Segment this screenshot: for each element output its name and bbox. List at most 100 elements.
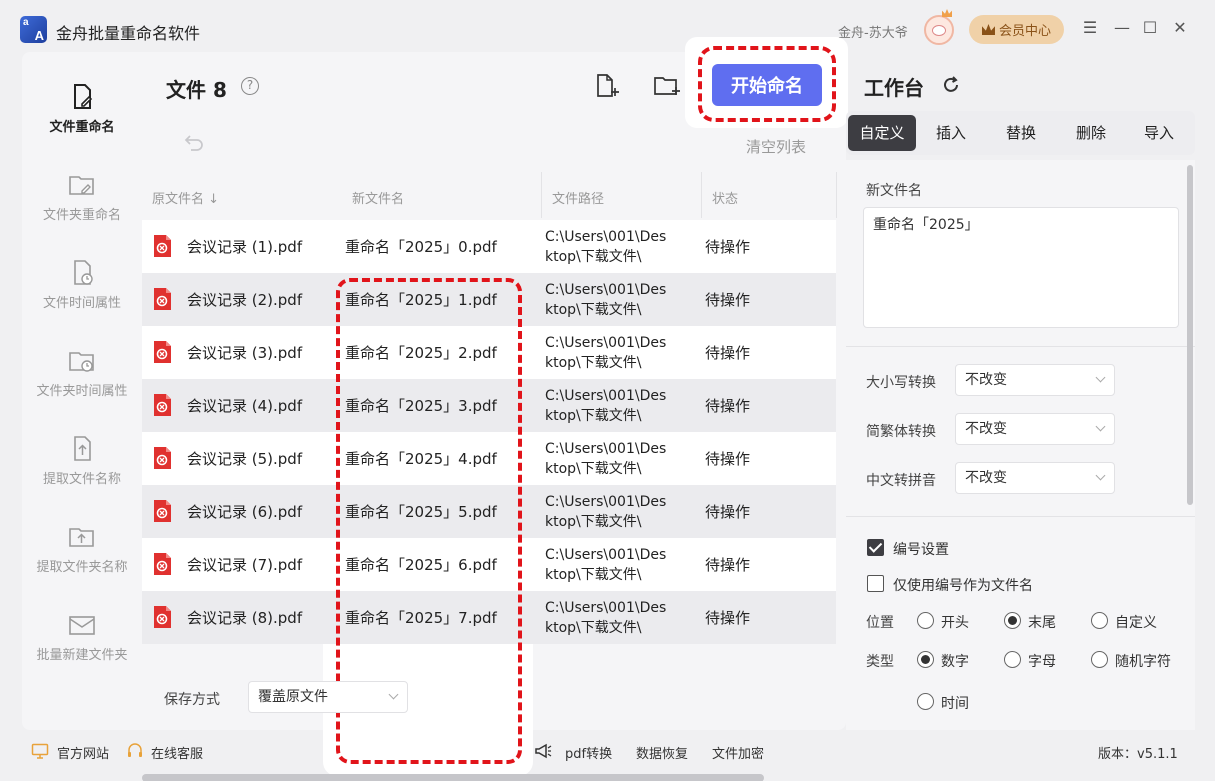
folder-upload-icon — [69, 528, 94, 547]
refresh-icon[interactable] — [942, 76, 960, 94]
sidebar-item-label: 批量新建文件夹 — [36, 648, 128, 663]
mail-folder-icon — [69, 616, 95, 635]
sidebar-item-file-rename[interactable]: 文件重命名 — [22, 82, 142, 135]
pdf-file-icon — [154, 606, 171, 628]
sidebar-nav: 文件重命名 文件夹重命名 文件时间属性 文件夹时间属性 提取文件名称 提取文件夹… — [22, 52, 142, 730]
workspace-title: 工作台 — [864, 76, 924, 100]
status-cell: 待操作 — [705, 291, 751, 309]
type-letter-label: 字母 — [1028, 654, 1056, 670]
type-letter-radio[interactable] — [1004, 651, 1021, 668]
megaphone-icon — [535, 743, 552, 759]
website-link[interactable]: 官方网站 — [57, 743, 109, 762]
sidebar-item-folder-rename[interactable]: 文件夹重命名 — [22, 170, 142, 223]
path-cell: C:\Users\001\Des ktop\下载文件\ — [545, 229, 667, 265]
sidebar-item-label: 提取文件夹名称 — [36, 560, 128, 575]
monitor-icon — [31, 743, 49, 759]
position-end-radio[interactable] — [1004, 612, 1021, 629]
pinyin-convert-select[interactable]: 不改变 — [955, 462, 1115, 494]
pdf-file-icon — [154, 394, 171, 416]
help-icon[interactable]: ? — [241, 77, 259, 95]
add-file-icon[interactable] — [592, 72, 620, 100]
only-number-label: 仅使用编号作为文件名 — [893, 578, 1033, 594]
sidebar-item-folder-time[interactable]: 文件夹时间属性 — [22, 346, 142, 399]
undo-icon[interactable] — [182, 134, 206, 154]
save-mode-label: 保存方式 — [164, 692, 220, 708]
file-encrypt-link[interactable]: 文件加密 — [712, 743, 764, 762]
column-header-path[interactable]: 文件路径 — [552, 188, 604, 207]
page-title: 文件 8 — [166, 78, 227, 102]
status-cell: 待操作 — [705, 556, 751, 574]
title-bar: aA 金舟批量重命名软件 金舟-苏大爷 会员中心 ☰ — ☐ ✕ — [0, 0, 1215, 52]
file-table: 原文件名 ↓ 新文件名 文件路径 状态 会议记录 (1).pdf 重命名「2025… — [142, 170, 846, 781]
tab-insert[interactable]: 插入 — [916, 115, 986, 151]
pdf-file-icon — [154, 341, 171, 363]
add-folder-icon[interactable] — [653, 72, 681, 100]
status-cell: 待操作 — [705, 344, 751, 362]
original-name-cell: 会议记录 (6).pdf — [187, 503, 303, 521]
new-name-label: 新文件名 — [866, 183, 922, 199]
original-name-cell: 会议记录 (2).pdf — [187, 291, 303, 309]
type-label: 类型 — [866, 654, 894, 670]
position-start-radio[interactable] — [917, 612, 934, 629]
save-mode-select[interactable]: 覆盖原文件 — [248, 681, 408, 713]
sidebar-item-label: 提取文件名称 — [42, 472, 121, 487]
pdf-convert-link[interactable]: pdf转换 — [565, 743, 612, 762]
sidebar-item-file-time[interactable]: 文件时间属性 — [22, 258, 142, 311]
table-row[interactable]: 会议记录 (1).pdf 重命名「2025」0.pdf C:\Users\001\D… — [142, 220, 836, 273]
path-cell: C:\Users\001\Des ktop\下载文件\ — [545, 282, 667, 318]
user-name[interactable]: 金舟-苏大爷 — [838, 22, 908, 41]
status-cell: 待操作 — [705, 450, 751, 468]
path-cell: C:\Users\001\Des ktop\下载文件\ — [545, 388, 667, 424]
column-header-status[interactable]: 状态 — [712, 188, 738, 207]
app-title: 金舟批量重命名软件 — [56, 24, 201, 43]
crown-icon — [981, 24, 995, 35]
vip-center-button[interactable]: 会员中心 — [969, 15, 1064, 44]
status-cell: 待操作 — [705, 238, 751, 256]
data-recovery-link[interactable]: 数据恢复 — [636, 743, 688, 762]
maximize-button[interactable]: ☐ — [1140, 18, 1160, 38]
tab-delete[interactable]: 删除 — [1056, 115, 1126, 151]
custom-settings-pane: 新文件名 重命名「2025」 大小写转换 不改变 简繁体转换 不改变 中文转拼音… — [846, 160, 1195, 730]
column-header-original-name[interactable]: 原文件名 ↓ — [152, 188, 219, 207]
trad-convert-select[interactable]: 不改变 — [955, 413, 1115, 445]
position-custom-radio[interactable] — [1091, 612, 1108, 629]
sidebar-item-label: 文件重命名 — [49, 120, 115, 135]
sidebar-item-label: 文件夹重命名 — [42, 208, 121, 223]
case-convert-select[interactable]: 不改变 — [955, 364, 1115, 396]
pdf-file-icon — [154, 235, 171, 257]
type-number-radio[interactable] — [917, 651, 934, 668]
type-time-radio[interactable] — [917, 693, 934, 710]
sidebar-item-extract-folder[interactable]: 提取文件夹名称 — [22, 522, 142, 575]
position-label: 位置 — [866, 615, 894, 631]
minimize-button[interactable]: — — [1112, 18, 1132, 38]
workspace-panel: 工作台 自定义 插入 替换 删除 导入 新文件名 重命名「2025」 大小写转换… — [846, 52, 1215, 730]
type-time-label: 时间 — [941, 696, 969, 712]
tab-import[interactable]: 导入 — [1126, 115, 1192, 151]
position-custom-label: 自定义 — [1115, 615, 1157, 631]
workspace-tabs: 自定义 插入 替换 删除 导入 — [846, 111, 1195, 155]
pdf-file-icon — [154, 500, 171, 522]
close-button[interactable]: ✕ — [1170, 18, 1190, 38]
vip-label: 会员中心 — [998, 24, 1051, 39]
only-number-checkbox[interactable] — [867, 575, 884, 592]
sidebar-item-extract-file[interactable]: 提取文件名称 — [22, 434, 142, 487]
online-service-link[interactable]: 在线客服 — [151, 743, 203, 762]
avatar[interactable] — [924, 9, 954, 45]
clear-list-button[interactable]: 清空列表 — [746, 136, 806, 157]
status-cell: 待操作 — [705, 503, 751, 521]
save-mode-value: 覆盖原文件 — [258, 689, 328, 705]
column-header-new-name[interactable]: 新文件名 — [352, 188, 404, 207]
vertical-scrollbar[interactable] — [1187, 165, 1193, 505]
sidebar-item-batch-folder[interactable]: 批量新建文件夹 — [22, 610, 142, 663]
type-random-radio[interactable] — [1091, 651, 1108, 668]
path-cell: C:\Users\001\Des ktop\下载文件\ — [545, 600, 667, 636]
pdf-file-icon — [154, 553, 171, 575]
status-bar: 官方网站 在线客服 pdf转换 数据恢复 文件加密 版本：v5.1.1 — [0, 730, 1215, 781]
original-name-cell: 会议记录 (1).pdf — [187, 238, 303, 256]
numbering-checkbox[interactable] — [867, 539, 884, 556]
tab-custom[interactable]: 自定义 — [848, 115, 916, 151]
case-convert-value: 不改变 — [965, 372, 1007, 388]
tab-replace[interactable]: 替换 — [986, 115, 1056, 151]
new-name-input[interactable]: 重命名「2025」 — [863, 207, 1179, 328]
menu-icon[interactable]: ☰ — [1080, 18, 1100, 38]
